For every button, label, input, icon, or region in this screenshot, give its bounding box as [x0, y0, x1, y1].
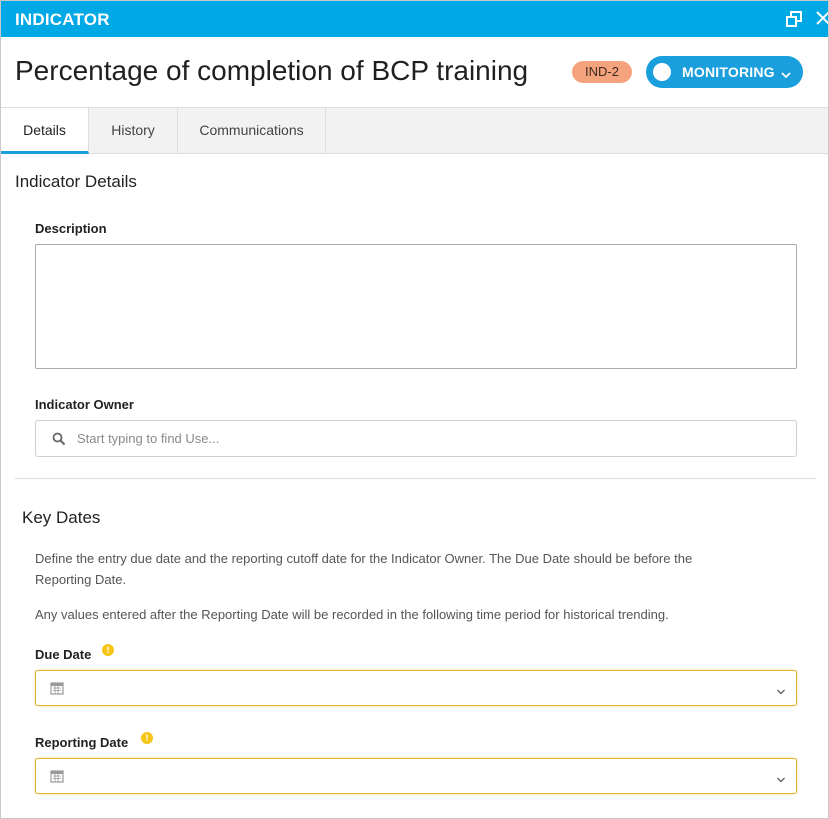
status-label: MONITORING: [682, 64, 775, 80]
owner-search-placeholder: Start typing to find Use...: [77, 431, 220, 446]
chevron-down-icon: [781, 67, 791, 79]
indicator-owner-label: Indicator Owner: [35, 397, 134, 412]
warning-icon: !: [141, 732, 153, 744]
indicator-window: INDICATOR Percentage of completion of BC…: [0, 0, 829, 819]
calendar-icon: [50, 681, 64, 695]
key-dates-note: Any values entered after the Reporting D…: [35, 607, 669, 622]
indicator-owner-search[interactable]: Start typing to find Use...: [35, 420, 797, 457]
tab-communications[interactable]: Communications: [178, 108, 326, 154]
status-dot-icon: [653, 63, 671, 81]
status-button[interactable]: MONITORING: [646, 56, 803, 88]
chevron-down-icon: [776, 684, 786, 695]
description-label: Description: [35, 221, 107, 236]
warning-icon: !: [102, 644, 114, 656]
due-date-label: Due Date: [35, 647, 92, 662]
tab-history[interactable]: History: [89, 108, 178, 154]
indicator-details-heading: Indicator Details: [15, 172, 137, 191]
search-icon: [52, 432, 66, 446]
key-dates-description: Define the entry due date and the report…: [35, 548, 692, 590]
due-date-picker[interactable]: [35, 670, 797, 706]
key-dates-description-line1: Define the entry due date and the report…: [35, 551, 693, 566]
id-badge: IND-2: [572, 61, 632, 83]
reporting-date-picker[interactable]: [35, 758, 797, 794]
key-dates-heading: Key Dates: [22, 508, 101, 527]
close-icon[interactable]: [816, 8, 828, 28]
tab-bar: Details History Communications: [1, 107, 828, 154]
calendar-icon: [50, 769, 64, 783]
title-bar: INDICATOR: [1, 1, 828, 37]
chevron-down-icon: [776, 772, 786, 783]
section-divider: [15, 478, 816, 479]
description-textarea[interactable]: [35, 244, 797, 369]
page-title: Percentage of completion of BCP training: [15, 55, 529, 86]
tab-details[interactable]: Details: [1, 108, 89, 154]
window-title: INDICATOR: [15, 10, 110, 29]
key-dates-description-line2: Reporting Date.: [35, 572, 127, 587]
restore-window-icon[interactable]: [786, 11, 802, 27]
reporting-date-label: Reporting Date: [35, 735, 129, 750]
